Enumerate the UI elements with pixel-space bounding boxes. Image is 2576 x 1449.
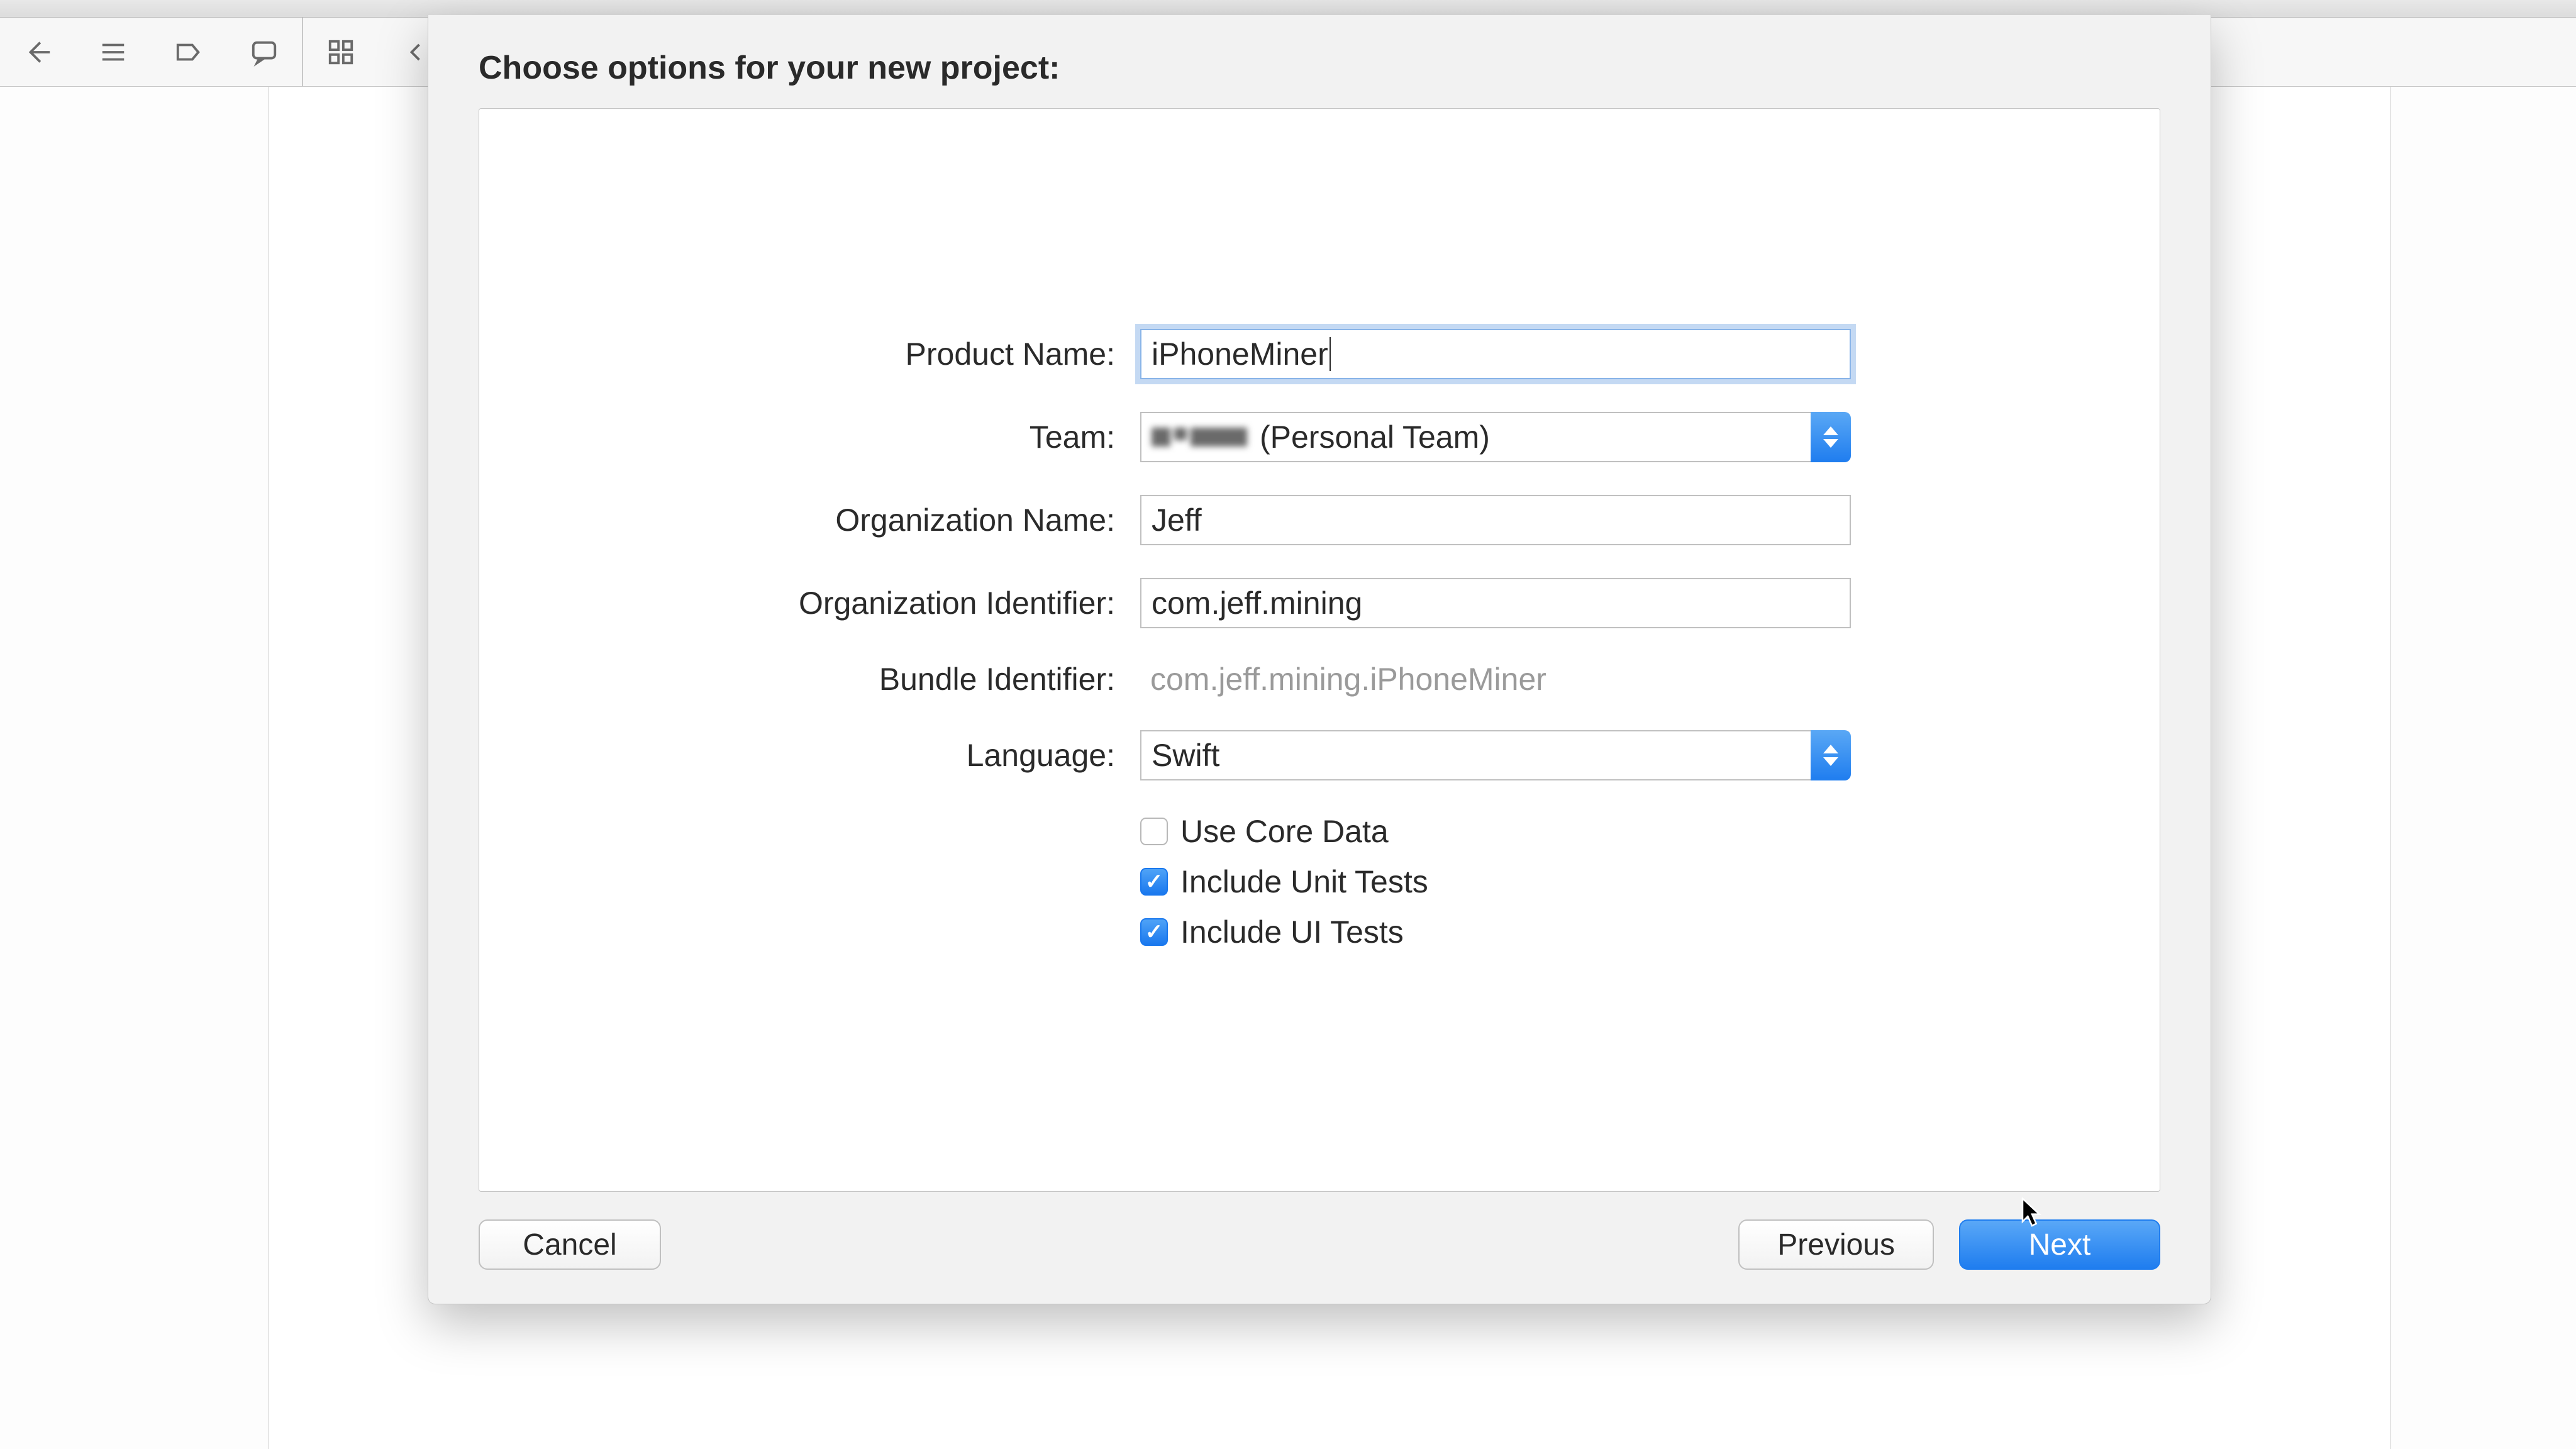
include-unit-tests-row: ✓ Include Unit Tests	[1140, 863, 1851, 900]
cancel-button[interactable]: Cancel	[479, 1219, 661, 1270]
next-button[interactable]: Next	[1959, 1219, 2160, 1270]
team-label: Team:	[788, 419, 1115, 455]
grid-icon[interactable]	[322, 33, 360, 71]
include-unit-tests-checkbox[interactable]: ✓	[1140, 868, 1168, 896]
comment-icon[interactable]	[245, 33, 283, 71]
previous-button[interactable]: Previous	[1738, 1219, 1934, 1270]
language-popup-value: Swift	[1140, 730, 1811, 780]
bundle-identifier-label: Bundle Identifier:	[788, 661, 1115, 697]
include-unit-tests-label: Include Unit Tests	[1180, 863, 1428, 900]
include-ui-tests-checkbox[interactable]: ✓	[1140, 918, 1168, 946]
use-core-data-label: Use Core Data	[1180, 813, 1389, 850]
team-popup-value: (Personal Team)	[1140, 412, 1811, 462]
product-name-value: iPhoneMiner	[1152, 336, 1328, 372]
include-ui-tests-label: Include UI Tests	[1180, 914, 1404, 950]
product-name-label: Product Name:	[788, 336, 1115, 372]
organization-identifier-input[interactable]: com.jeff.mining	[1140, 578, 1851, 628]
bundle-identifier-value: com.jeff.mining.iPhoneMiner	[1140, 661, 1851, 697]
organization-name-label: Organization Name:	[788, 502, 1115, 538]
popup-arrows-icon	[1811, 730, 1851, 780]
sheet-body: Product Name: iPhoneMiner Team: (Persona…	[479, 108, 2160, 1192]
language-popup[interactable]: Swift	[1140, 730, 1851, 780]
new-project-sheet: Choose options for your new project: Pro…	[428, 15, 2211, 1304]
include-ui-tests-row: ✓ Include UI Tests	[1140, 914, 1851, 950]
sheet-footer: Cancel Previous Next	[479, 1219, 2160, 1270]
team-popup[interactable]: (Personal Team)	[1140, 412, 1851, 462]
toolbar-divider	[302, 18, 303, 87]
back-arrow-icon[interactable]	[19, 33, 57, 71]
project-options-form: Product Name: iPhoneMiner Team: (Persona…	[788, 329, 1851, 1191]
product-name-input[interactable]: iPhoneMiner	[1140, 329, 1851, 379]
language-label: Language:	[788, 737, 1115, 774]
tag-icon[interactable]	[170, 33, 208, 71]
popup-arrows-icon	[1811, 412, 1851, 462]
sheet-title: Choose options for your new project:	[479, 49, 2160, 87]
use-core-data-checkbox[interactable]	[1140, 818, 1168, 845]
organization-identifier-label: Organization Identifier:	[788, 585, 1115, 621]
checkmark-icon: ✓	[1145, 869, 1163, 894]
left-sidebar	[0, 87, 269, 1449]
use-core-data-row: Use Core Data	[1140, 813, 1851, 850]
right-sidebar	[2390, 87, 2576, 1449]
team-name-redacted	[1152, 428, 1247, 447]
organization-name-input[interactable]: Jeff	[1140, 495, 1851, 545]
checkmark-icon: ✓	[1145, 919, 1163, 945]
text-cursor	[1330, 337, 1331, 371]
list-icon[interactable]	[94, 33, 132, 71]
